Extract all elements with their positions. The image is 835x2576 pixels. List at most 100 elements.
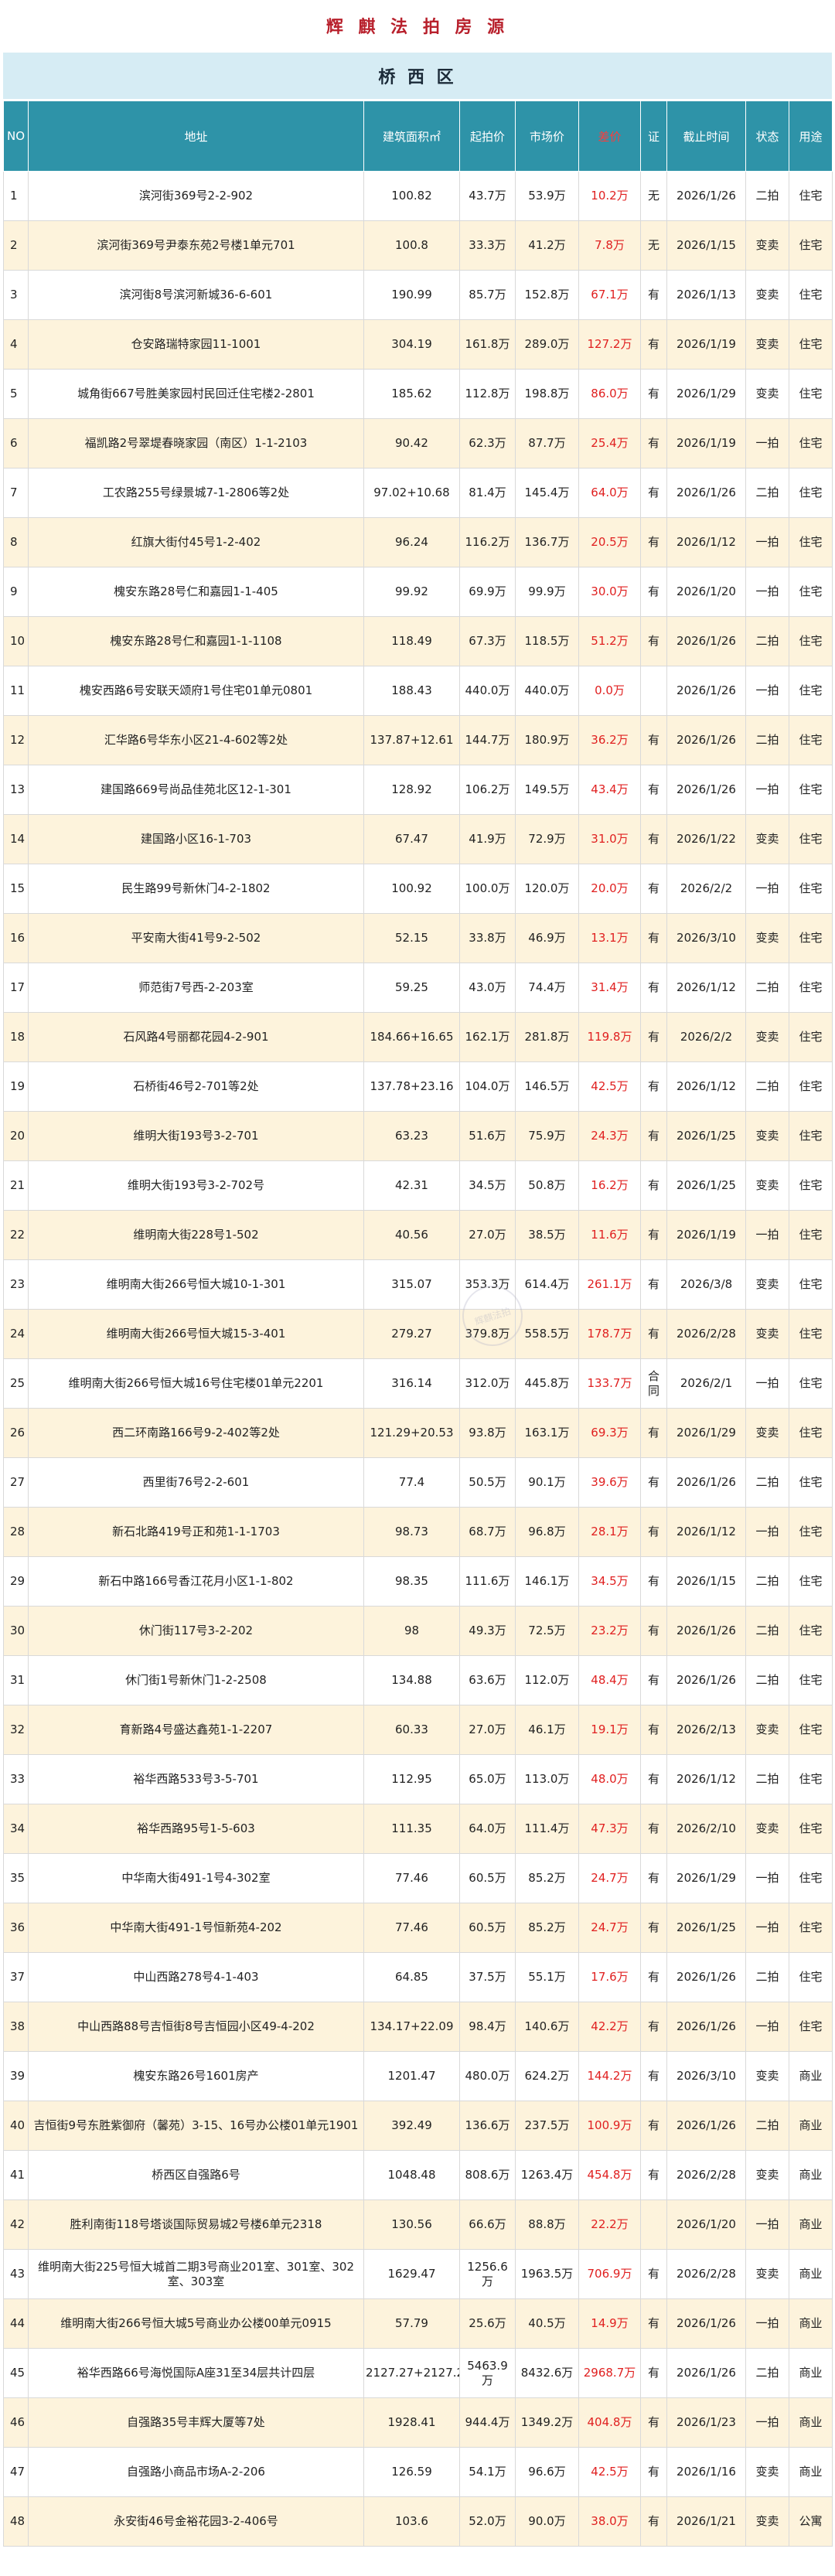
cell-start-price: 51.6万 [459, 1111, 516, 1161]
cell-address: 西二环南路166号9-2-402等2处 [28, 1408, 364, 1458]
table-row: 12 汇华路6号华东小区21-4-602等2处 137.87+12.61 144.7万… [3, 715, 833, 765]
cell-diff: 133.7万 [578, 1358, 641, 1409]
listing-page: 辉 麒 法 拍 房 源 桥 西 区 NO 地址 建筑面积㎡ 起拍价 市场价 差价… [0, 0, 835, 2576]
cell-status: 变卖 [745, 2496, 789, 2547]
cell-status: 变卖 [745, 1309, 789, 1359]
cell-diff: 127.2万 [578, 319, 641, 370]
cell-status: 一拍 [745, 2397, 789, 2448]
cell-start-price: 944.4万 [459, 2397, 516, 2448]
cell-start-price: 64.0万 [459, 1804, 516, 1854]
cell-deadline: 2026/1/25 [666, 1111, 746, 1161]
cell-usage: 住宅 [789, 1061, 833, 1112]
cell-status: 二拍 [745, 1061, 789, 1112]
cell-address: 维明南大街228号1-502 [28, 1210, 364, 1260]
cell-diff: 64.0万 [578, 468, 641, 518]
cell-deadline: 2026/1/26 [666, 1457, 746, 1508]
cell-usage: 商业 [789, 2150, 833, 2200]
cell-cert: 有 [640, 1457, 667, 1508]
cell-area: 98.35 [363, 1556, 460, 1607]
cell-start-price: 106.2万 [459, 765, 516, 815]
cell-area: 1629.47 [363, 2249, 460, 2299]
cell-cert: 有 [640, 1853, 667, 1903]
cell-diff: 119.8万 [578, 1012, 641, 1062]
cell-status: 一拍 [745, 1853, 789, 1903]
cell-no: 18 [3, 1012, 29, 1062]
cell-start-price: 33.8万 [459, 913, 516, 963]
page-title: 辉 麒 法 拍 房 源 [325, 17, 510, 37]
table-row: 43 维明南大街225号恒大城首二期3号商业201室、301室、302室、303室… [3, 2249, 833, 2299]
cell-cert: 有 [640, 2051, 667, 2101]
cell-area: 185.62 [363, 369, 460, 419]
cell-start-price: 34.5万 [459, 1160, 516, 1211]
cell-address: 槐安东路26号1601房产 [28, 2051, 364, 2101]
cell-area: 121.29+20.53 [363, 1408, 460, 1458]
cell-no: 33 [3, 1754, 29, 1804]
cell-cert: 有 [640, 1952, 667, 2002]
cell-status: 变卖 [745, 1408, 789, 1458]
cell-usage: 住宅 [789, 1705, 833, 1755]
cell-no: 3 [3, 270, 29, 320]
cell-status: 变卖 [745, 369, 789, 419]
cell-cert: 有 [640, 1804, 667, 1854]
cell-address: 槐安西路6号安联天颂府1号住宅01单元0801 [28, 666, 364, 716]
cell-address: 中山西路278号4-1-403 [28, 1952, 364, 2002]
table-row: 29 新石中路166号香江花月小区1-1-802 98.35 111.6万 146.1万… [3, 1556, 833, 1607]
cell-usage: 住宅 [789, 1952, 833, 2002]
cell-usage: 住宅 [789, 1259, 833, 1310]
cell-area: 316.14 [363, 1358, 460, 1409]
cell-deadline: 2026/1/26 [666, 2101, 746, 2151]
cell-deadline: 2026/2/28 [666, 2150, 746, 2200]
cell-area: 100.82 [363, 171, 460, 221]
cell-deadline: 2026/1/12 [666, 963, 746, 1013]
table-row: 16 平安南大街41号9-2-502 52.15 33.8万 46.9万 13.1万有 20… [3, 913, 833, 963]
cell-no: 43 [3, 2249, 29, 2299]
cell-start-price: 98.4万 [459, 2002, 516, 2052]
cell-area: 128.92 [363, 765, 460, 815]
cell-deadline: 2026/1/12 [666, 1061, 746, 1112]
cell-cert: 有 [640, 270, 667, 320]
table-row: 1 滨河街369号2-2-902 100.82 43.7万 53.9万 10.2万无 202… [3, 171, 833, 221]
cell-deadline: 2026/1/26 [666, 765, 746, 815]
cell-status: 二拍 [745, 1556, 789, 1607]
cell-diff: 144.2万 [578, 2051, 641, 2101]
cell-address: 吉恒街9号东胜紫御府（馨苑）3-15、16号办公楼01单元1901 [28, 2101, 364, 2151]
cell-status: 一拍 [745, 517, 789, 567]
cell-deadline: 2026/2/2 [666, 864, 746, 914]
cell-market-price: 112.0万 [515, 1655, 579, 1705]
cell-no: 23 [3, 1259, 29, 1310]
cell-usage: 住宅 [789, 1507, 833, 1557]
cell-usage: 住宅 [789, 1655, 833, 1705]
cell-area: 99.92 [363, 567, 460, 617]
table-row: 41 桥西区自强路6号 1048.48 808.6万 1263.4万 454.8万有 202… [3, 2150, 833, 2200]
table-row: 10 槐安东路28号仁和嘉园1-1-1108 118.49 67.3万 118.5万 51… [3, 616, 833, 666]
cell-deadline: 2026/1/26 [666, 616, 746, 666]
table-row: 24 维明南大街266号恒大城15-3-401 279.27 379.8万 558.5万… [3, 1309, 833, 1359]
cell-diff: 22.2万 [578, 2199, 641, 2250]
cell-diff: 20.5万 [578, 517, 641, 567]
cell-deadline: 2026/1/20 [666, 567, 746, 617]
table-row: 21 维明大街193号3-2-702号 42.31 34.5万 50.8万 16.2万有 2… [3, 1160, 833, 1211]
cell-status: 变卖 [745, 1259, 789, 1310]
table-row: 2 滨河街369号尹泰东苑2号楼1单元701 100.8 33.3万 41.2万 7.8万… [3, 220, 833, 271]
cell-cert: 有 [640, 1606, 667, 1656]
cell-diff: 28.1万 [578, 1507, 641, 1557]
table-row: 35 中华南大街491-1号4-302室 77.46 60.5万 85.2万 24.7万有… [3, 1853, 833, 1903]
cell-deadline: 2026/2/28 [666, 2249, 746, 2299]
cell-status: 变卖 [745, 270, 789, 320]
cell-status: 二拍 [745, 2348, 789, 2398]
cell-usage: 住宅 [789, 270, 833, 320]
cell-diff: 100.9万 [578, 2101, 641, 2151]
cell-usage: 住宅 [789, 2002, 833, 2052]
table-row: 46 自强路35号丰辉大厦等7处 1928.41 944.4万 1349.2万 404.8… [3, 2397, 833, 2448]
cell-cert: 有 [640, 616, 667, 666]
cell-usage: 住宅 [789, 765, 833, 815]
cell-no: 47 [3, 2447, 29, 2497]
cell-diff: 39.6万 [578, 1457, 641, 1508]
cell-market-price: 50.8万 [515, 1160, 579, 1211]
cell-status: 一拍 [745, 1210, 789, 1260]
cell-address: 槐安东路28号仁和嘉园1-1-405 [28, 567, 364, 617]
cell-market-price: 152.8万 [515, 270, 579, 320]
cell-start-price: 49.3万 [459, 1606, 516, 1656]
cell-deadline: 2026/2/28 [666, 1309, 746, 1359]
cell-usage: 住宅 [789, 1309, 833, 1359]
